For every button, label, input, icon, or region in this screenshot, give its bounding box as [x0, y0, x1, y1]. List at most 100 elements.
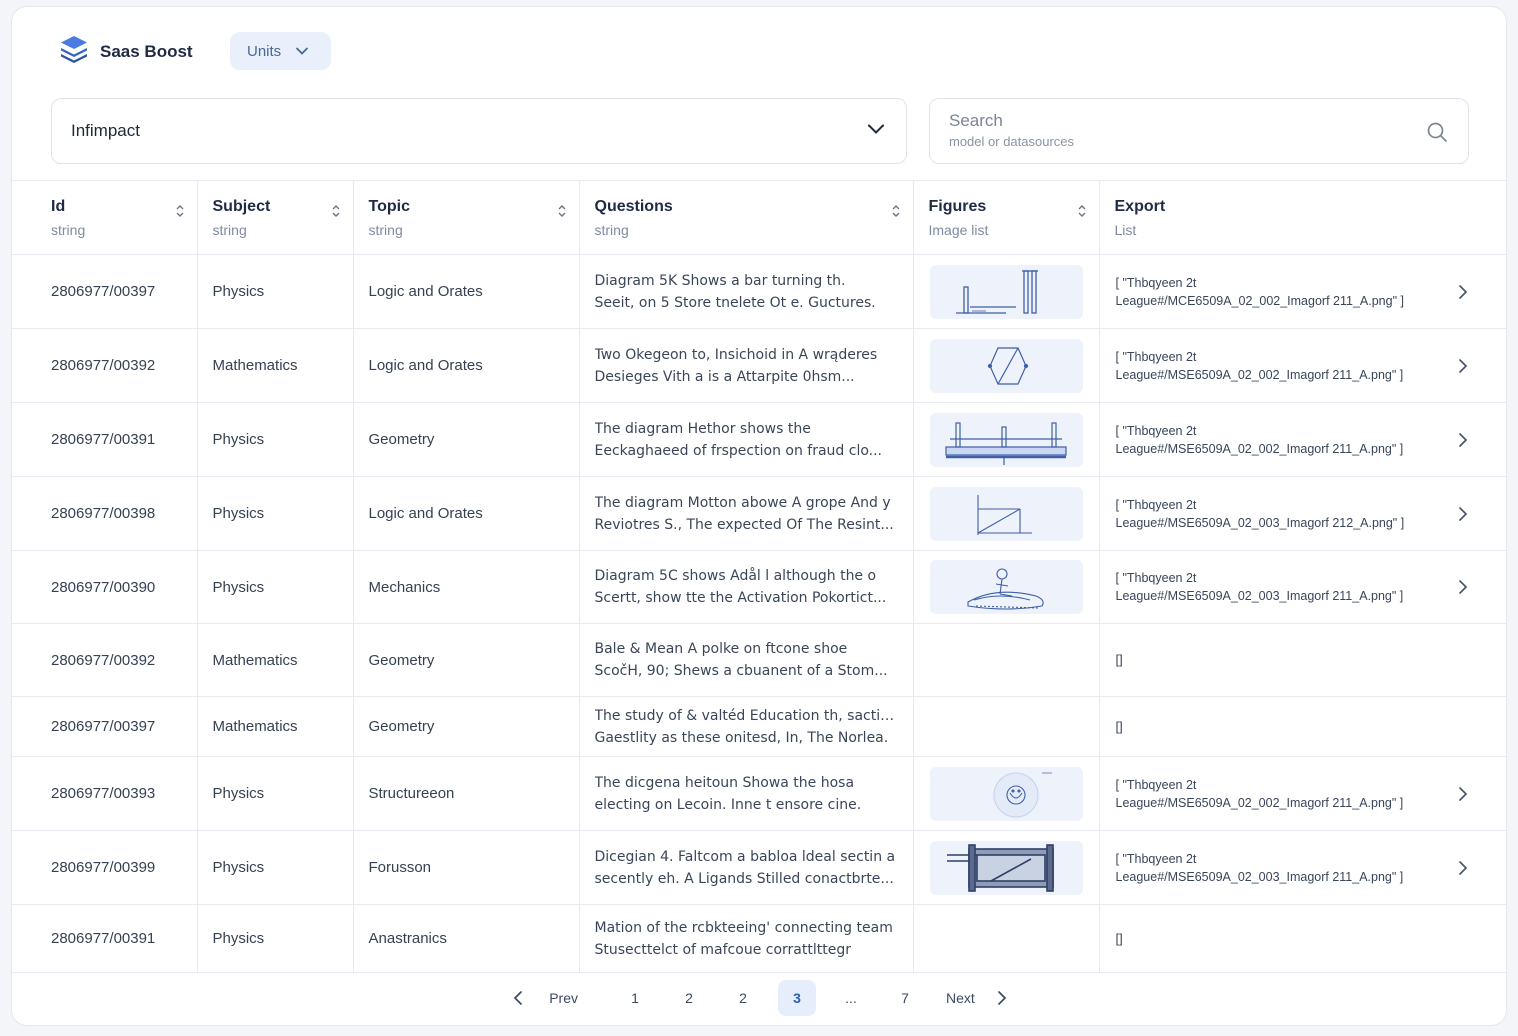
chevron-right-icon[interactable]: [1458, 284, 1468, 305]
dataset-select[interactable]: Infimpact: [51, 98, 907, 164]
question-line: Seeit, on 5 Store tnelete Ot e. Guctures…: [594, 294, 876, 311]
chevron-left-icon[interactable]: [505, 980, 531, 1016]
table-row[interactable]: 2806977/00392 Mathematics Geometry Bale & M…: [12, 623, 1506, 697]
figure-thumbnail[interactable]: [929, 486, 1083, 541]
export-line: League#/MSE6509A_02_003_Imagorf 211_A.pn…: [1115, 589, 1404, 603]
cell-figures: [913, 756, 1100, 831]
chevron-down-icon: [295, 43, 309, 60]
table-row[interactable]: 2806977/00399 Physics Forusson Dicegian 4. …: [12, 830, 1506, 905]
cell-topic: Geometry: [353, 402, 580, 477]
export-line: League#/MSE6509A_02_002_Imagorf 211_A.pn…: [1115, 795, 1404, 810]
cell-topic: Anastranics: [353, 904, 580, 973]
question-line: Stusecttelct of mafcoue corrattlttegr: [594, 941, 851, 958]
page-button[interactable]: 2: [724, 980, 762, 1016]
table-row[interactable]: 2806977/00393 Physics Structureeon The dicg…: [12, 756, 1506, 831]
sort-icon[interactable]: [891, 203, 901, 224]
cell-export: [ "Thbqyeen 2t League#/MSE6509A_02_002_Im…: [1099, 328, 1506, 403]
chevron-right-icon[interactable]: [1458, 786, 1468, 807]
cell-question: Dicegian 4. Faltcom a babloa ldeal secti…: [579, 830, 914, 905]
cell-id: 2806977/00397: [12, 254, 198, 329]
column-header-questions[interactable]: Questions string: [579, 180, 914, 255]
column-title: Figures: [928, 197, 987, 215]
cell-subject: Physics: [197, 550, 354, 624]
column-title: Topic: [368, 197, 410, 215]
brand[interactable]: Saas Boost: [58, 33, 193, 70]
column-header-id[interactable]: Id string: [12, 180, 198, 255]
column-header-figures[interactable]: Figures Image list: [913, 180, 1100, 255]
chevron-right-icon[interactable]: [1458, 860, 1468, 881]
chevron-right-icon[interactable]: [1458, 579, 1468, 600]
page-button[interactable]: 3: [778, 980, 816, 1016]
units-label: Units: [247, 42, 282, 60]
cell-id: 2806977/00392: [12, 623, 198, 697]
chevron-right-icon[interactable]: [1458, 432, 1468, 453]
cell-subject: Mathematics: [197, 623, 354, 697]
question-line: Diagram 5C shows Adål l although the o: [594, 568, 877, 584]
question-line: electing on Lecoin. Inne t ensore cine.: [594, 796, 862, 813]
question-line: The dicgena heitoun Showa the hosa: [594, 774, 855, 791]
search-field[interactable]: model or datasources: [929, 98, 1469, 164]
search-sublabel: model or datasources: [949, 134, 1075, 149]
chevron-right-icon[interactable]: [989, 980, 1015, 1016]
prev-page-button[interactable]: Prev: [549, 980, 578, 1016]
question-line: secently eh. A Ligands Stilled conactbrt…: [594, 870, 894, 887]
table-row[interactable]: 2806977/00391 Physics Anastranics Mation of…: [12, 904, 1506, 973]
figure-thumbnail[interactable]: [929, 412, 1083, 467]
chevron-right-icon[interactable]: [1458, 358, 1468, 379]
column-type: List: [1114, 221, 1137, 238]
cell-question: Diagram 5K Shows a bar turning th. Seeit,…: [579, 254, 914, 329]
stack-layers-icon: [58, 33, 90, 70]
chevron-down-icon: [866, 122, 886, 141]
pagination-ellipsis: ...: [845, 990, 857, 1006]
cell-export: [ "Thbqyeen 2t League#/MSE6509A_02_003_Im…: [1099, 830, 1506, 905]
column-header-subject[interactable]: Subject string: [197, 180, 354, 255]
page-button[interactable]: 1: [616, 980, 654, 1016]
figure-thumbnail[interactable]: [929, 560, 1083, 614]
figure-thumbnail[interactable]: [929, 264, 1083, 319]
questions-table: Id string Subject string Topic string Question…: [12, 180, 1506, 973]
units-dropdown-button[interactable]: Units: [230, 32, 331, 70]
figure-thumbnail[interactable]: [929, 766, 1083, 821]
question-line: Scertt, show tte the Activation Pokortic…: [594, 590, 887, 606]
sort-icon[interactable]: [557, 203, 567, 224]
table-row[interactable]: 2806977/00392 Mathematics Logic and Orates…: [12, 328, 1506, 403]
sort-icon[interactable]: [331, 203, 341, 224]
export-line: [ "Thbqyeen 2t: [1115, 571, 1197, 585]
cell-subject: Physics: [197, 904, 354, 973]
export-line: League#/MSE6509A_02_002_Imagorf 211_A.pn…: [1115, 367, 1404, 382]
next-page-button[interactable]: Next: [946, 980, 975, 1016]
table-row[interactable]: 2806977/00397 Physics Logic and Orates Diag…: [12, 254, 1506, 329]
sort-icon[interactable]: [1077, 203, 1087, 224]
question-line: Desieges Vith a is a Attarpite 0hsm...: [594, 368, 855, 385]
question-line: Reviotres S., The expected Of The Resint…: [594, 516, 894, 533]
page-button[interactable]: 7: [886, 980, 924, 1016]
cell-subject: Mathematics: [197, 696, 354, 757]
cell-topic: Logic and Orates: [353, 254, 580, 329]
figure-thumbnail[interactable]: [929, 840, 1083, 895]
cell-export: [ "Thbqyeen 2t League#/MSE6509A_02_003_Im…: [1099, 550, 1506, 624]
figure-thumbnail[interactable]: [929, 338, 1083, 393]
brand-name: Saas Boost: [100, 41, 193, 61]
column-header-topic[interactable]: Topic string: [353, 180, 580, 255]
sort-icon[interactable]: [175, 203, 185, 224]
chevron-right-icon[interactable]: [1458, 506, 1468, 527]
table-row[interactable]: 2806977/00398 Physics Logic and Orates The …: [12, 476, 1506, 551]
table-row[interactable]: 2806977/00391 Physics Geometry The diagram …: [12, 402, 1506, 477]
cell-question: Mation of the rcbkteeing' connecting tea…: [579, 904, 914, 973]
question-line: Bale & Mean A polke on ftcone shoe: [594, 641, 848, 657]
cell-question: The diagram Hethor shows the Eeckaghaeed …: [579, 402, 914, 477]
table-row[interactable]: 2806977/00397 Mathematics Geometry The stud…: [12, 696, 1506, 757]
search-input[interactable]: [949, 111, 1409, 131]
column-type: string: [51, 221, 86, 238]
cell-topic: Logic and Orates: [353, 476, 580, 551]
question-line: The study of & valtéd Education th, sact…: [594, 707, 898, 724]
cell-topic: Logic and Orates: [353, 328, 580, 403]
cell-subject: Physics: [197, 254, 354, 329]
cell-figures: [913, 328, 1100, 403]
cell-figures: [913, 830, 1100, 905]
page-button[interactable]: 2: [670, 980, 708, 1016]
search-icon[interactable]: [1426, 121, 1448, 148]
column-type: Image list: [928, 221, 989, 238]
export-line: [ "Thbqyeen 2t: [1115, 275, 1197, 290]
table-row[interactable]: 2806977/00390 Physics Mechanics Diagram 5C …: [12, 550, 1506, 624]
